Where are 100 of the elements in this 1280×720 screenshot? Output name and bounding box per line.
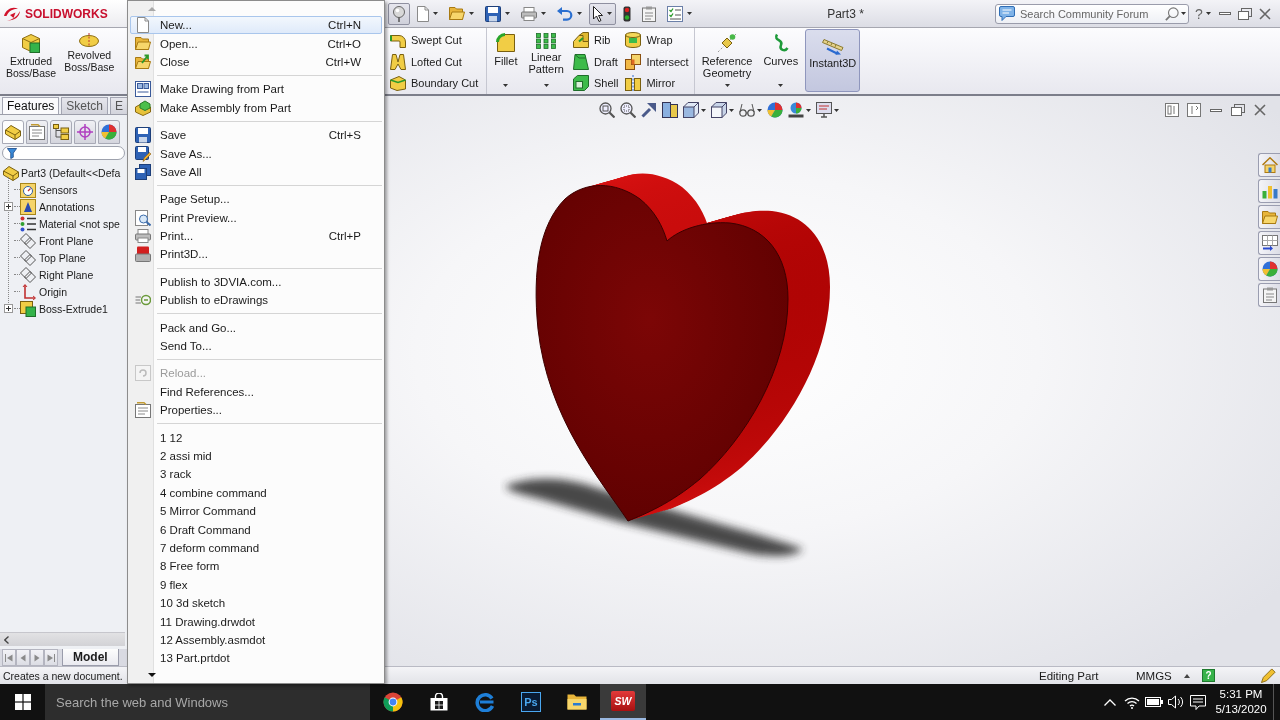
grid-arrow-icon (1261, 235, 1278, 251)
view-tool-button[interactable] (597, 99, 617, 121)
manager-tab[interactable] (50, 120, 72, 144)
menu-item[interactable]: 4 combine command (130, 483, 382, 502)
menu-item[interactable]: Send To... (130, 336, 382, 356)
ribbon-button[interactable]: Instant3D (805, 29, 861, 92)
tree-item[interactable]: Origin (0, 283, 127, 300)
menu-item[interactable]: Make Drawing from Part (130, 80, 382, 99)
tab[interactable]: Features (2, 97, 60, 114)
tree-item[interactable]: Right Plane (0, 266, 127, 283)
curve-icon (772, 33, 789, 53)
manager-tab[interactable] (74, 120, 96, 144)
tree-item[interactable]: Annotations (0, 198, 127, 215)
menu-item[interactable]: 3 rack (130, 465, 382, 484)
ribbon-button[interactable]: Shell (570, 73, 621, 94)
tab-scroll-button[interactable] (2, 649, 16, 666)
menu-item[interactable]: Publish to 3DVIA.com... (130, 272, 382, 292)
menu-item[interactable]: 7 deform command (130, 538, 382, 558)
ribbon-button[interactable]: Boundary Cut (388, 73, 481, 94)
expand-icon[interactable] (4, 202, 13, 211)
tab-scroll-button[interactable] (30, 649, 44, 666)
view-tool-button[interactable] (660, 99, 680, 121)
tree-item[interactable]: Boss-Extrude1 (0, 300, 127, 317)
ribbon-button[interactable]: Revolved Boss/Base (63, 29, 116, 92)
taskbar-app-button[interactable]: SW (600, 684, 646, 720)
tree-item[interactable]: Material <not spe (0, 215, 127, 232)
tree-item[interactable]: Sensors (0, 181, 127, 198)
menu-item[interactable]: 8 Free form (130, 557, 382, 576)
scroll-left-icon[interactable] (4, 635, 9, 644)
task-pane-tab[interactable] (1258, 257, 1280, 281)
menu-item[interactable]: 2 assi mid (130, 446, 382, 466)
units-button[interactable]: MMGS (1136, 669, 1198, 682)
view-tool-button[interactable] (709, 99, 736, 121)
ribbon-button[interactable]: Intersect (623, 51, 691, 72)
task-pane-tab[interactable] (1258, 205, 1280, 229)
ribbon-button[interactable]: Curves (759, 29, 803, 92)
menu-item[interactable]: 5 Mirror Command (130, 502, 382, 521)
ribbon-button[interactable]: Lofted Cut (388, 51, 481, 72)
tab[interactable]: Sketch (61, 97, 109, 114)
menu-item[interactable]: 13 Part.prtdot (130, 649, 382, 668)
menu-item[interactable]: 12 Assembly.asmdot (130, 630, 382, 650)
help-button[interactable]: ? (1191, 3, 1215, 24)
manager-tab[interactable] (2, 120, 24, 144)
menu-item[interactable]: New... Ctrl+N (130, 16, 382, 35)
task-pane-tab[interactable] (1258, 231, 1280, 255)
menu-item[interactable]: 1 12 (130, 428, 382, 447)
tree-item[interactable]: Top Plane (0, 249, 127, 266)
tab[interactable]: E (110, 97, 129, 114)
menu-item[interactable]: Pack and Go... (130, 318, 382, 337)
menu-item[interactable]: Page Setup... (130, 190, 382, 209)
expand-icon[interactable] (4, 304, 13, 313)
menu-item[interactable]: Open... Ctrl+O (130, 34, 382, 53)
ribbon-button[interactable]: Linear Pattern (524, 29, 568, 92)
view-tool-button[interactable] (681, 99, 708, 121)
horizontal-scrollbar[interactable] (0, 632, 125, 646)
view-tool-button[interactable] (618, 99, 638, 121)
menu-item[interactable]: Print Preview... (130, 208, 382, 227)
menu-item[interactable]: 6 Draft Command (130, 520, 382, 539)
task-pane-tab[interactable] (1258, 179, 1280, 203)
menu-item[interactable]: Save As... (130, 144, 382, 163)
menu-item[interactable]: Publish to eDrawings (130, 291, 382, 310)
task-pane-tab[interactable] (1258, 153, 1280, 177)
tab-scroll-button[interactable] (16, 649, 30, 666)
window-button[interactable] (1164, 102, 1180, 118)
search-field[interactable]: Search the web and Windows (45, 684, 370, 720)
manager-tab[interactable] (26, 120, 48, 144)
tab-scroll-button[interactable] (44, 649, 58, 666)
ribbon-button[interactable]: Extruded Boss/Base (5, 29, 58, 92)
menu-item[interactable]: 10 3d sketch (130, 593, 382, 613)
menu-item[interactable]: Save All (130, 162, 382, 182)
search-field[interactable]: Search Community Forum (995, 3, 1189, 24)
tree-item[interactable]: Front Plane (0, 232, 127, 249)
menu-item[interactable]: Print3D... (130, 245, 382, 264)
caret-icon (834, 108, 839, 112)
filter-field[interactable] (2, 146, 125, 160)
menu-item[interactable]: Close Ctrl+W (130, 52, 382, 72)
window-button[interactable] (1230, 102, 1246, 118)
tree-item[interactable]: Part3 (Default<<Defa (0, 164, 127, 181)
menu-item[interactable]: Properties... (130, 401, 382, 420)
ribbon-button[interactable]: Wrap (623, 30, 691, 51)
manager-tab[interactable] (98, 120, 120, 144)
menu-item[interactable]: Find References... (130, 382, 382, 402)
menu-item[interactable]: 11 Drawing.drwdot (130, 612, 382, 631)
menu-item[interactable]: Print... Ctrl+P (130, 226, 382, 246)
toolbar-button[interactable] (589, 2, 616, 25)
task-pane-tab[interactable] (1258, 283, 1280, 307)
window-button[interactable] (1186, 102, 1202, 118)
window-button[interactable] (1252, 102, 1268, 118)
taskbar-app-button[interactable]: Ps (508, 684, 554, 720)
ribbon-button[interactable]: Reference Geometry (697, 29, 757, 92)
menu-item[interactable]: Save Ctrl+S (130, 125, 382, 145)
ribbon-button[interactable]: Draft (570, 51, 621, 72)
view-tool-button[interactable] (814, 99, 841, 121)
tab[interactable]: Model (62, 649, 119, 666)
ribbon-button[interactable]: Swept Cut (388, 30, 481, 51)
menu-item[interactable]: 9 flex (130, 575, 382, 594)
ribbon-button[interactable]: Fillet (490, 29, 522, 92)
ribbon-button[interactable]: Rib (570, 30, 621, 51)
ribbon-button[interactable]: Mirror (623, 73, 691, 94)
menu-item[interactable]: Make Assembly from Part (130, 98, 382, 117)
